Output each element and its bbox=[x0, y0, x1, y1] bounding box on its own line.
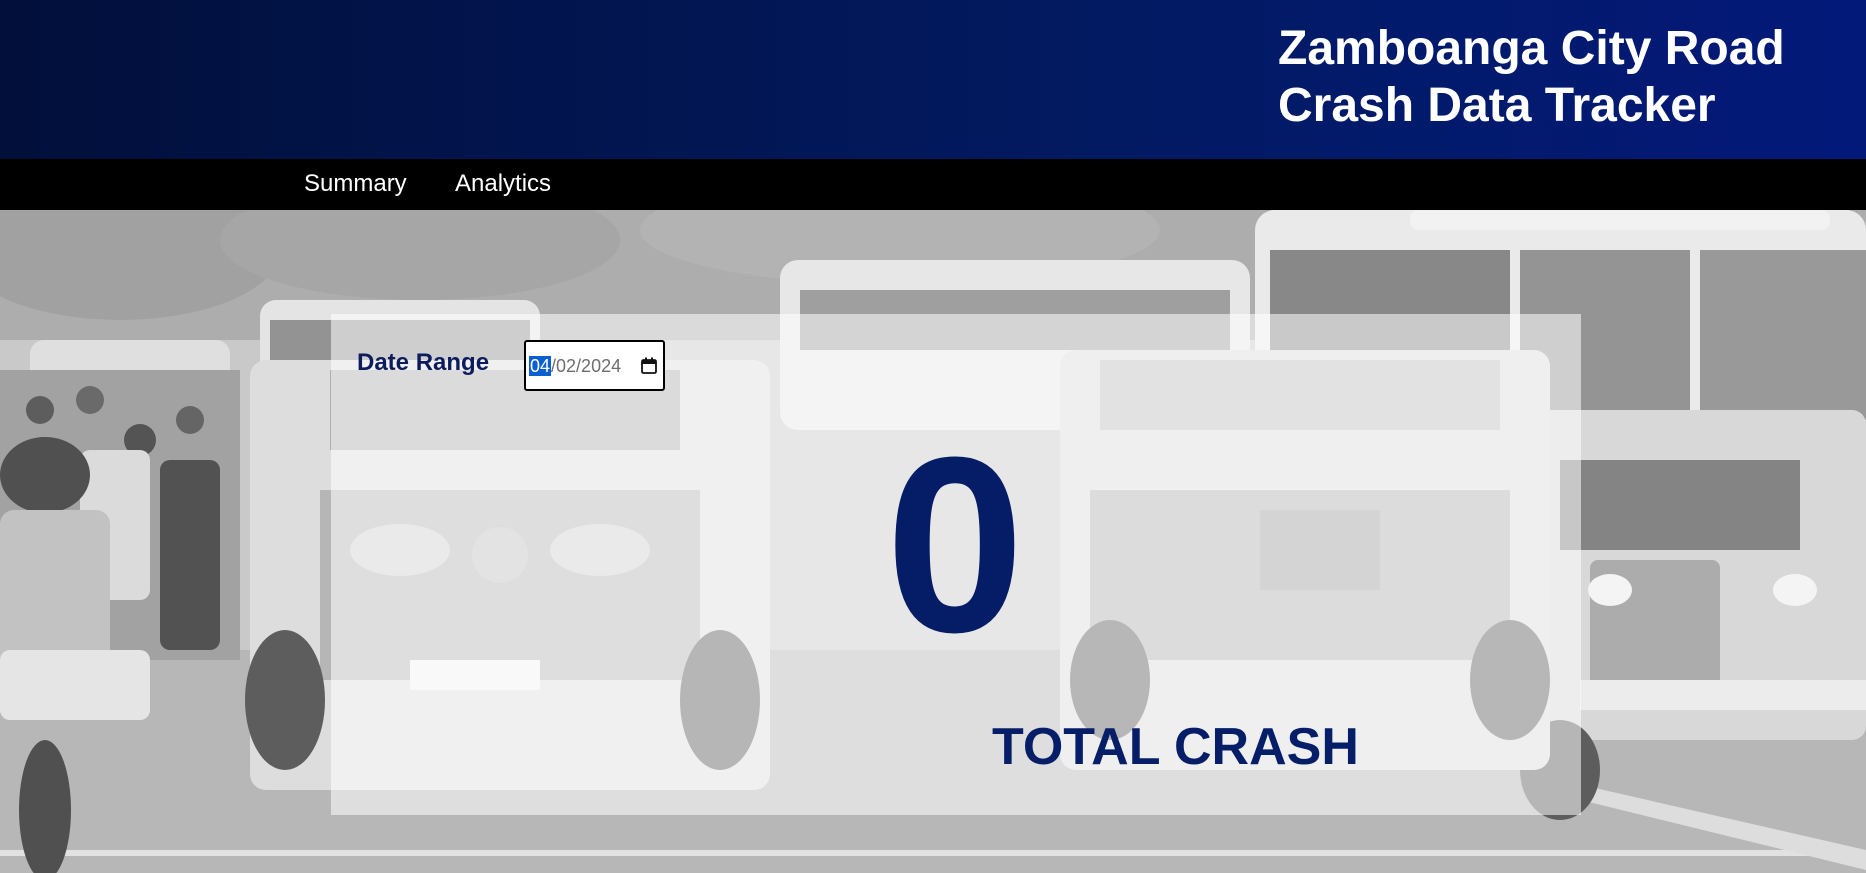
date-month-segment[interactable]: 04 bbox=[529, 356, 552, 376]
total-crash-count: 0 bbox=[885, 405, 1025, 684]
nav-item-analytics[interactable]: Analytics bbox=[455, 170, 551, 198]
app-title: Zamboanga City Road Crash Data Tracker bbox=[1278, 22, 1785, 132]
date-input[interactable]: 04/02/2024 bbox=[524, 340, 665, 391]
date-range-label: Date Range bbox=[357, 349, 490, 376]
total-crash-label: TOTAL CRASH bbox=[992, 718, 1359, 776]
date-value[interactable]: 04/02/2024 bbox=[529, 355, 621, 377]
app-header: Zamboanga City Road Crash Data Tracker bbox=[0, 0, 1866, 159]
calendar-icon[interactable] bbox=[641, 357, 657, 374]
nav-bar bbox=[0, 159, 1866, 210]
date-rest-segment[interactable]: /02/2024 bbox=[551, 356, 621, 376]
nav-item-summary[interactable]: Summary bbox=[304, 170, 407, 198]
